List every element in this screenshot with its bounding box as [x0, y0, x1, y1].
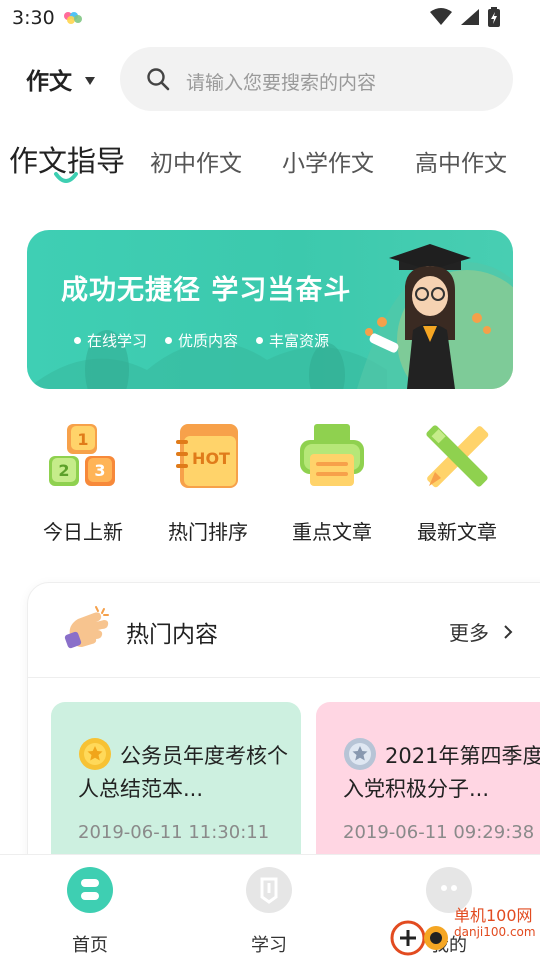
more-link[interactable]: 更多: [449, 617, 513, 646]
tab-middle-school[interactable]: 初中作文: [150, 144, 242, 178]
promo-banner[interactable]: 成功无捷径 学习当奋斗 在线学习 优质内容 丰富资源: [27, 230, 513, 389]
banner-title: 成功无捷径 学习当奋斗: [61, 275, 352, 306]
article-title: 2021年第四季度入党积极分子...: [343, 737, 540, 804]
quick-nav-label: 今日上新: [43, 520, 123, 544]
quick-nav-label: 最新文章: [417, 520, 497, 544]
status-bar: 3:30: [0, 0, 540, 38]
svg-text:3: 3: [94, 461, 105, 480]
hot-notebook-icon: HOT: [172, 420, 244, 492]
study-icon: [246, 867, 292, 913]
number-blocks-icon: 1 2 3: [47, 420, 119, 492]
watermark: 单机100网 danji100.com: [390, 907, 536, 956]
home-icon: [67, 867, 113, 913]
printer-icon: [296, 420, 368, 492]
banner-tags: 在线学习 优质内容 丰富资源: [74, 330, 329, 351]
hot-content-header: 热门内容 更多: [28, 583, 540, 678]
article-card[interactable]: 公务员年度考核个人总结范本... 2019-06-11 11:30:11: [51, 702, 301, 872]
watermark-logo-icon: [390, 920, 448, 956]
quick-nav-latest-articles[interactable]: 最新文章: [402, 420, 512, 545]
nav-label: 学习: [251, 935, 287, 956]
article-date: 2019-06-11 11:30:11: [78, 822, 270, 843]
chevron-right-icon: [503, 620, 513, 644]
category-label: 作文: [26, 69, 72, 95]
banner-tag: 丰富资源: [256, 330, 329, 351]
quick-nav-label: 热门排序: [168, 520, 248, 544]
banner-tag: 在线学习: [74, 330, 147, 351]
tab-primary-school[interactable]: 小学作文: [282, 144, 374, 178]
quick-nav-key-articles[interactable]: 重点文章: [277, 420, 387, 545]
status-time: 3:30: [12, 7, 55, 29]
svg-text:2: 2: [58, 461, 69, 480]
banner-background-illustration: [27, 244, 513, 389]
banner-tag: 优质内容: [165, 330, 238, 351]
more-label: 更多: [449, 621, 489, 645]
hot-content-title: 热门内容: [126, 622, 218, 648]
header: 作文 请输入您要搜索的内容: [0, 46, 540, 112]
search-placeholder: 请输入您要搜索的内容: [186, 72, 377, 94]
tab-active-indicator: [53, 171, 79, 190]
article-date: 2019-06-11 09:29:38: [343, 822, 535, 843]
search-input[interactable]: 请输入您要搜索的内容: [120, 47, 513, 111]
silver-medal-icon: [343, 737, 377, 771]
app-notification-icon: [63, 10, 83, 29]
article-card[interactable]: 2021年第四季度入党积极分子... 2019-06-11 09:29:38: [316, 702, 540, 872]
watermark-text: 单机100网: [454, 906, 533, 925]
nav-label: 首页: [72, 935, 108, 956]
watermark-subtext: danji100.com: [454, 925, 536, 939]
signal-icon: [460, 8, 480, 30]
category-dropdown[interactable]: 作文: [26, 62, 96, 96]
clapping-hands-icon: [64, 605, 112, 653]
svg-text:HOT: HOT: [192, 449, 230, 468]
quick-nav-hot-ranking[interactable]: HOT 热门排序: [153, 420, 263, 545]
pencil-ruler-icon: [421, 420, 493, 492]
svg-text:1: 1: [77, 430, 88, 449]
quick-nav-label: 重点文章: [292, 520, 372, 544]
gold-medal-icon: [78, 737, 112, 771]
battery-icon: [488, 7, 500, 31]
quick-nav-today-new[interactable]: 1 2 3 今日上新: [28, 420, 138, 545]
nav-study[interactable]: 学习: [229, 867, 309, 957]
tab-high-school[interactable]: 高中作文: [415, 144, 507, 178]
category-tabs: 作文指导 初中作文 小学作文 高中作文: [0, 138, 540, 198]
article-title: 公务员年度考核个人总结范本...: [78, 737, 288, 804]
caret-down-icon: [84, 68, 96, 90]
quick-nav: 1 2 3 今日上新 HOT 热门排序 重点文章 最新文章: [0, 420, 540, 560]
search-icon: [146, 67, 170, 95]
wifi-icon: [430, 8, 452, 30]
nav-home[interactable]: 首页: [50, 867, 130, 957]
